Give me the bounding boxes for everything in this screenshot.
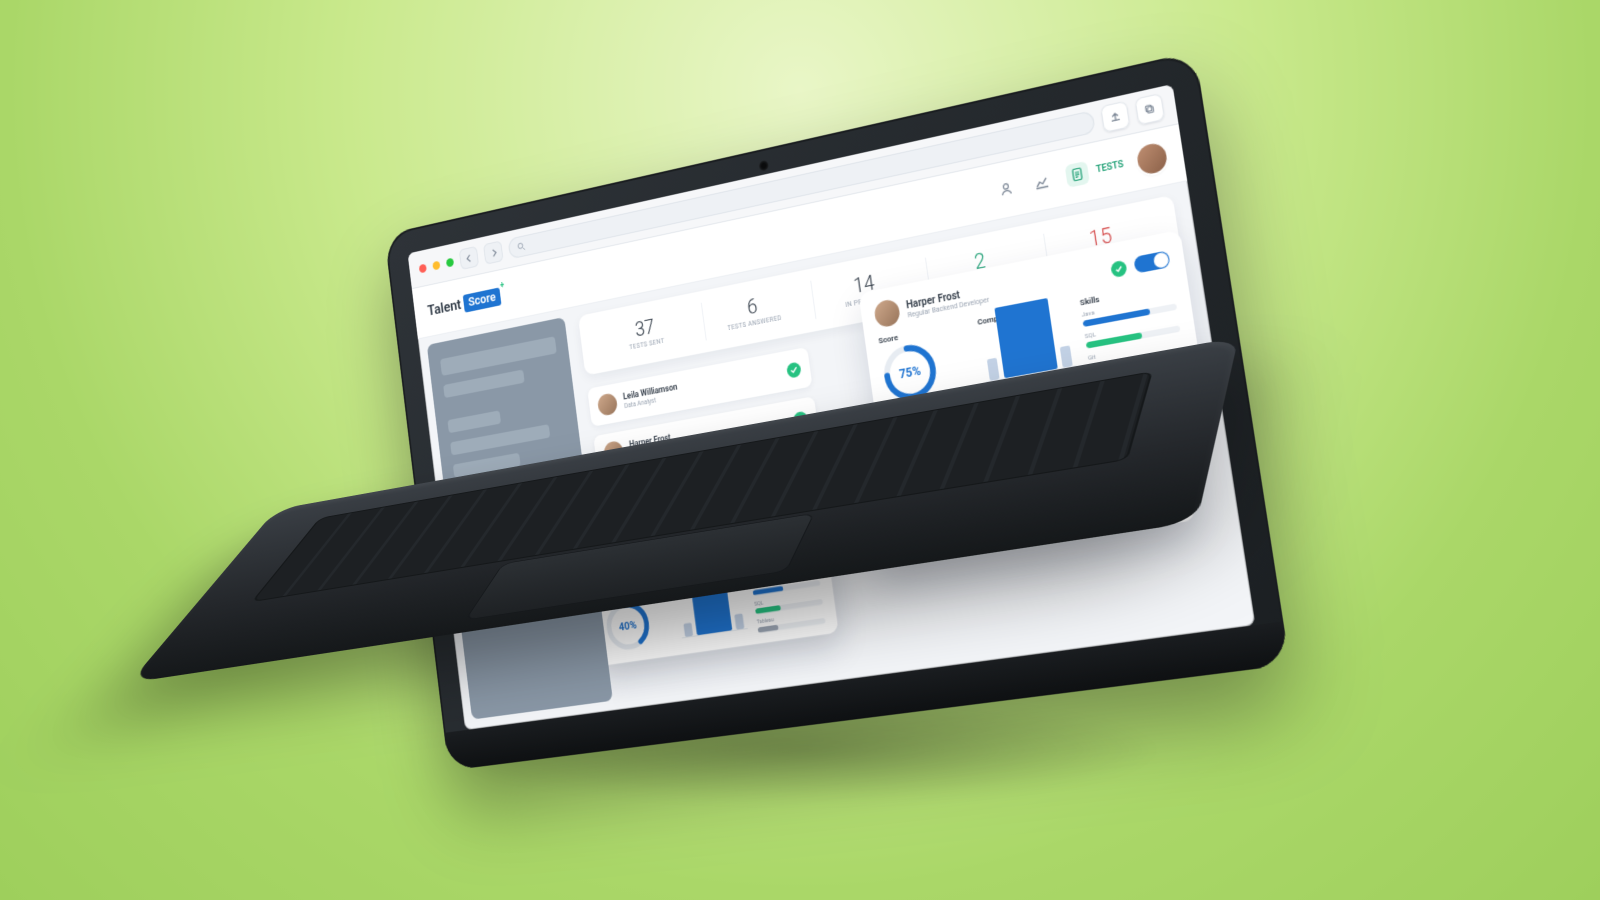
webcam: [759, 160, 769, 172]
avatar: [597, 392, 618, 416]
nav-forward-button[interactable]: [483, 240, 503, 264]
bar: [994, 297, 1057, 378]
nav-tests-icon[interactable]: [1065, 161, 1090, 188]
check-icon: [786, 361, 802, 378]
bar: [1060, 346, 1073, 368]
bar: [683, 622, 693, 637]
search-icon: [516, 241, 525, 252]
bar: [734, 614, 744, 630]
check-icon: [1110, 259, 1128, 277]
stat-tests-sent: 37TESTS SENT: [596, 305, 695, 361]
copy-button[interactable]: [1135, 93, 1166, 126]
window-zoom[interactable]: [446, 257, 454, 267]
window-close[interactable]: [419, 263, 427, 273]
stat-tests-answered: 6TESTS ANSWERED: [701, 283, 805, 340]
nav-reports-icon[interactable]: [1029, 168, 1054, 195]
svg-text:40%: 40%: [618, 618, 638, 634]
avatar: [873, 298, 901, 329]
window-minimize[interactable]: [432, 260, 440, 270]
nav-tests-label: TESTS: [1095, 160, 1124, 176]
nav-back-button[interactable]: [459, 246, 479, 270]
upload-button[interactable]: [1100, 101, 1130, 133]
app-logo-text-a: Talent: [427, 296, 462, 320]
skill-row: Tableau: [756, 610, 825, 633]
bar: [987, 358, 1000, 381]
app-logo[interactable]: Talent Score: [427, 287, 502, 320]
svg-text:75%: 75%: [898, 363, 922, 382]
compare-toggle[interactable]: [1133, 250, 1170, 273]
sidebar-item[interactable]: [440, 336, 557, 376]
app-logo-text-b: Score: [462, 287, 501, 312]
user-avatar[interactable]: [1136, 141, 1169, 176]
nav-candidates-icon[interactable]: [994, 176, 1019, 203]
